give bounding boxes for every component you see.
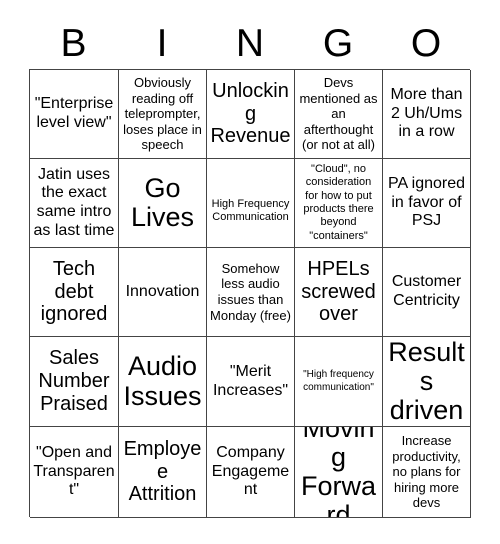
bingo-cell-label: Increase productivity, no plans for hiri… bbox=[392, 433, 461, 511]
bingo-cell-r5c3[interactable]: Company Engagement bbox=[207, 427, 295, 518]
bingo-header-letter-i: I bbox=[156, 21, 168, 65]
bingo-cell-label: Jatin uses the exact same intro as last … bbox=[33, 165, 115, 239]
bingo-cell-r3c1[interactable]: Tech debt ignored bbox=[30, 248, 119, 337]
bingo-cell-r2c5[interactable]: PA ignored in favor of PSJ bbox=[383, 159, 471, 248]
bingo-cell-label: Company Engagement bbox=[211, 444, 290, 499]
bingo-cell-label: Tech debt ignored bbox=[40, 257, 108, 326]
bingo-cell-label: Results driven bbox=[388, 337, 465, 426]
bingo-cell-label: "Merit Increases" bbox=[212, 362, 289, 399]
bingo-cell-label: Devs mentioned as an afterthought (or no… bbox=[299, 75, 378, 153]
bingo-cell-r1c3[interactable]: Unlocking Revenue bbox=[207, 70, 295, 159]
bingo-cell-label: Go Lives bbox=[130, 172, 195, 232]
bingo-cell-label: Sales Number Praised bbox=[38, 347, 110, 415]
bingo-cell-r4c1[interactable]: Sales Number Praised bbox=[30, 337, 119, 427]
bingo-cell-label: High Frequency Communication bbox=[211, 197, 290, 223]
bingo-cell-label: PA ignored in favor of PSJ bbox=[387, 175, 466, 230]
bingo-cell-r3c5[interactable]: Customer Centricity bbox=[383, 248, 471, 337]
bingo-cell-label: Customer Centricity bbox=[391, 273, 462, 309]
bingo-cell-r5c4[interactable]: Moving Forward bbox=[295, 427, 383, 518]
bingo-card: B I N G O "Enterprise level view" Obviou… bbox=[0, 0, 500, 544]
bingo-cell-r4c3[interactable]: "Merit Increases" bbox=[207, 337, 295, 427]
bingo-cell-label: Audio Issues bbox=[123, 351, 202, 411]
bingo-cell-r5c5[interactable]: Increase productivity, no plans for hiri… bbox=[383, 427, 471, 518]
bingo-cell-label: Somehow less audio issues than Monday (f… bbox=[210, 260, 291, 323]
bingo-cell-label: Obviously reading off teleprompter, lose… bbox=[123, 75, 202, 153]
bingo-cell-r2c2[interactable]: Go Lives bbox=[119, 159, 207, 248]
bingo-cell-r2c3[interactable]: High Frequency Communication bbox=[207, 159, 295, 248]
bingo-cell-label: Moving Forward bbox=[300, 427, 376, 518]
bingo-cell-r1c2[interactable]: Obviously reading off teleprompter, lose… bbox=[119, 70, 207, 159]
bingo-cell-label: "High frequency communication" bbox=[303, 369, 374, 393]
bingo-cell-label: Employee Attrition bbox=[123, 437, 202, 506]
bingo-header-row: B I N G O bbox=[29, 18, 470, 68]
bingo-header-letter-n: N bbox=[235, 21, 265, 65]
bingo-cell-r1c5[interactable]: More than 2 Uh/Ums in a row bbox=[383, 70, 471, 159]
bingo-cell-r4c4[interactable]: "High frequency communication" bbox=[295, 337, 383, 427]
bingo-cell-r3c2[interactable]: Innovation bbox=[119, 248, 207, 337]
bingo-cell-r5c1[interactable]: "Open and Transparent" bbox=[30, 427, 119, 518]
bingo-cell-r2c1[interactable]: Jatin uses the exact same intro as last … bbox=[30, 159, 119, 248]
bingo-cell-r1c4[interactable]: Devs mentioned as an afterthought (or no… bbox=[295, 70, 383, 159]
bingo-cell-r3c3[interactable]: Somehow less audio issues than Monday (f… bbox=[207, 248, 295, 337]
bingo-cell-r2c4[interactable]: "Cloud", no consideration for how to put… bbox=[295, 159, 383, 248]
bingo-header-letter-g: G bbox=[322, 21, 354, 65]
bingo-cell-label: HPELs screwed over bbox=[301, 257, 376, 326]
bingo-cell-label: "Open and Transparent" bbox=[33, 444, 115, 499]
bingo-grid: "Enterprise level view" Obviously readin… bbox=[29, 69, 471, 518]
bingo-cell-label: More than 2 Uh/Ums in a row bbox=[390, 86, 463, 141]
bingo-header-letter-b: B bbox=[60, 21, 87, 65]
bingo-cell-r3c4[interactable]: HPELs screwed over bbox=[295, 248, 383, 337]
bingo-cell-r4c5[interactable]: Results driven bbox=[383, 337, 471, 427]
bingo-header-letter-o: O bbox=[410, 21, 442, 65]
bingo-cell-r1c1[interactable]: "Enterprise level view" bbox=[30, 70, 119, 159]
bingo-cell-r5c2[interactable]: Employee Attrition bbox=[119, 427, 207, 518]
bingo-cell-label: "Cloud", no consideration for how to put… bbox=[303, 162, 374, 242]
bingo-cell-label: "Enterprise level view" bbox=[34, 95, 114, 131]
bingo-cell-r4c2[interactable]: Audio Issues bbox=[119, 337, 207, 427]
bingo-cell-label: Innovation bbox=[125, 282, 200, 300]
bingo-cell-label: Unlocking Revenue bbox=[210, 79, 291, 148]
